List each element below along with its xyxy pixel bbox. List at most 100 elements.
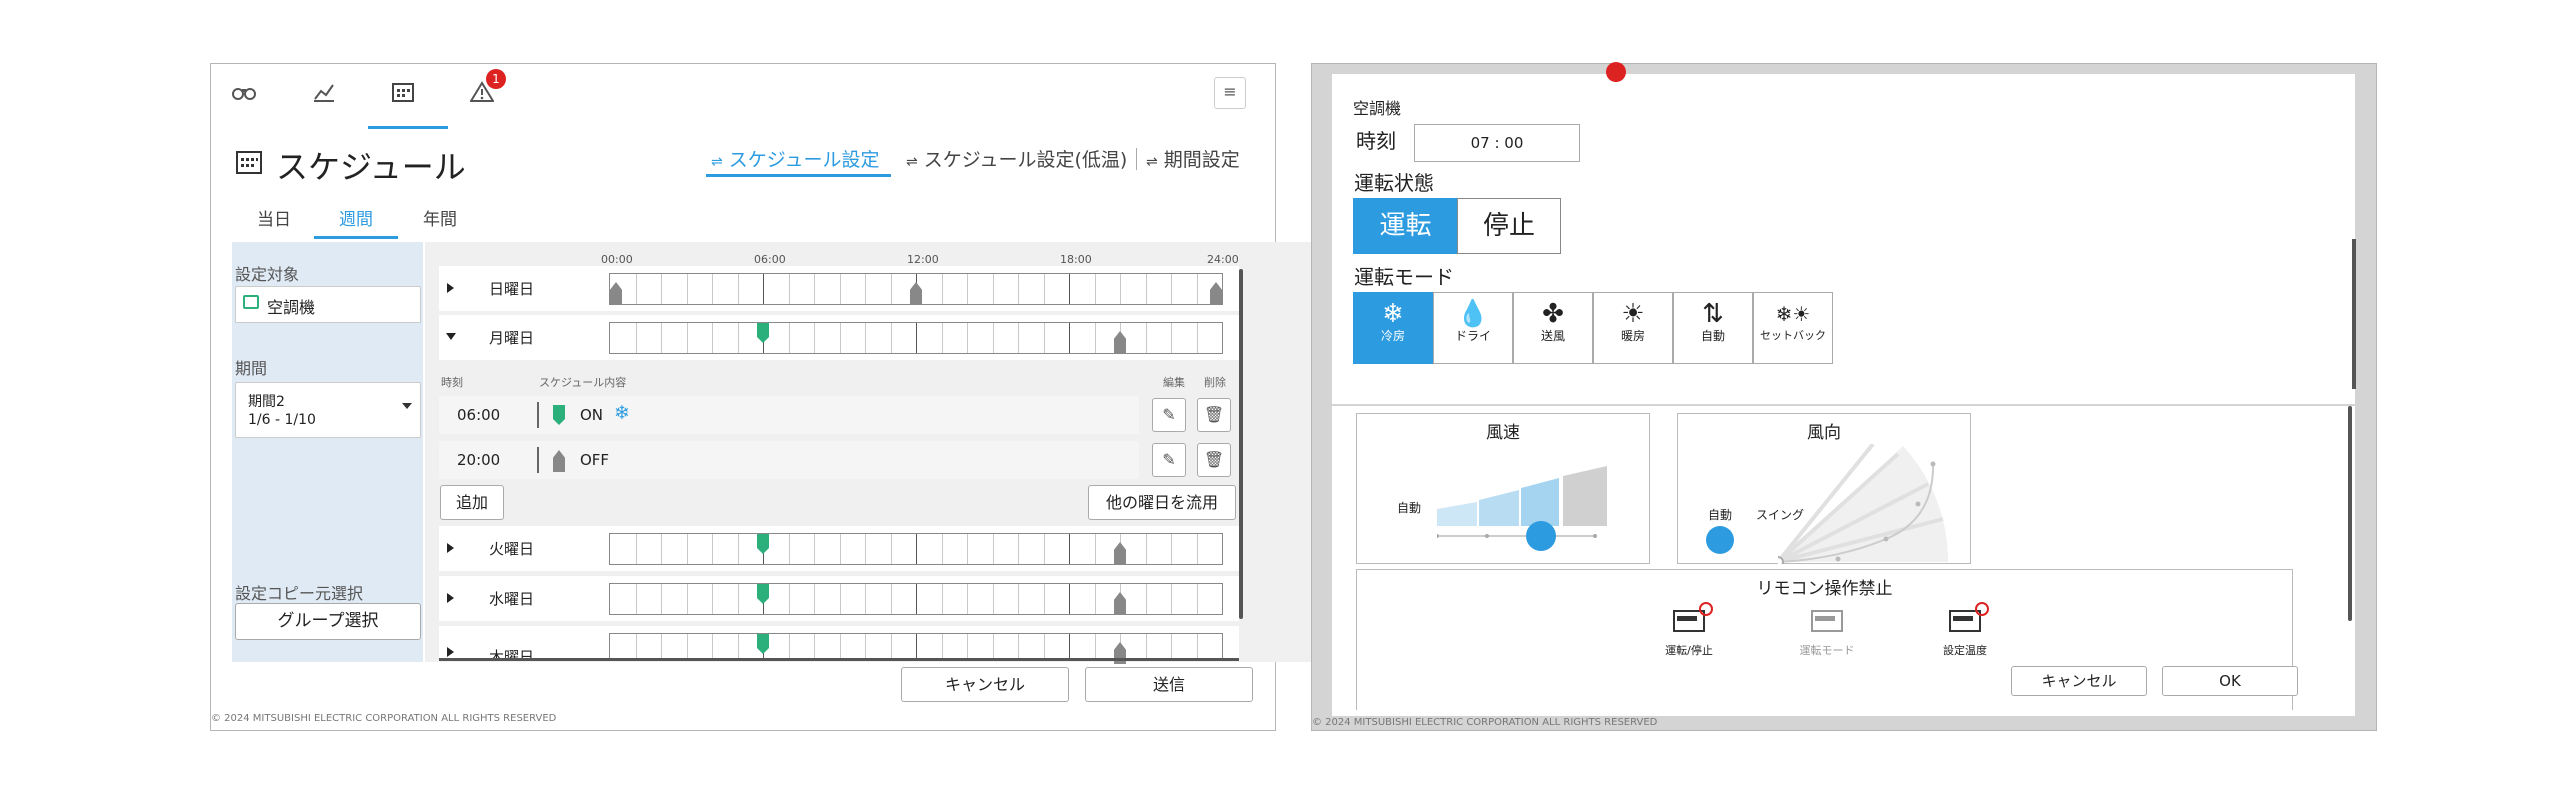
tab-schedule-settings[interactable]: ⇌ スケジュール設定 — [711, 145, 879, 172]
schedule-window: 1 ≡ スケジュール ⇌ スケジュール設定 ⇌ スケジュール設定(低温) ⇌ 期… — [210, 63, 1475, 731]
schedule-entry: 20:00 OFF — [439, 441, 1139, 479]
on-marker-icon[interactable] — [757, 534, 769, 554]
tab-period-settings[interactable]: ⇌ 期間設定 — [1146, 145, 1240, 172]
copy-day-button[interactable]: 他の曜日を流用 — [1088, 485, 1236, 520]
hour-tick — [814, 274, 815, 304]
hour-tick — [788, 323, 790, 353]
off-marker-icon[interactable] — [1210, 282, 1222, 304]
mode-heat-button[interactable]: ☀ 暖房 — [1593, 292, 1673, 364]
hour-tick — [661, 584, 662, 614]
tab-schedule-settings-low-temp[interactable]: ⇌ スケジュール設定(低温) — [906, 145, 1127, 172]
hour-tick — [992, 534, 994, 564]
dialog-cancel-button[interactable]: キャンセル — [2011, 666, 2147, 696]
hour-tick — [865, 274, 866, 304]
hour-tick — [788, 274, 790, 304]
hour-tick — [967, 274, 968, 304]
send-button[interactable]: 送信 — [1085, 667, 1253, 702]
hour-tick — [737, 323, 739, 353]
on-marker-icon[interactable] — [757, 323, 769, 343]
schedule-scrollbar[interactable] — [1239, 269, 1243, 619]
off-marker-icon[interactable] — [1114, 542, 1126, 564]
period-range: 1/6 - 1/10 — [248, 412, 316, 428]
schedule-icon[interactable] — [390, 81, 416, 107]
hour-tick — [967, 534, 968, 564]
expand-icon[interactable] — [447, 543, 454, 553]
tab-divider — [1136, 148, 1137, 170]
mode-auto-button[interactable]: ⇅ 自動 — [1673, 292, 1753, 364]
mode-fan-button[interactable]: ✤ 送風 — [1513, 292, 1593, 364]
fan-speed-slider[interactable] — [1437, 464, 1617, 554]
delete-button[interactable]: 🗑 — [1197, 443, 1231, 477]
day-timeline[interactable] — [609, 322, 1223, 354]
page-title: スケジュール — [276, 148, 466, 186]
off-marker-icon[interactable] — [610, 282, 622, 304]
hour-tick — [712, 274, 713, 304]
expand-icon[interactable] — [447, 283, 454, 293]
day-timeline[interactable] — [609, 633, 1223, 664]
day-label: 月曜日 — [489, 329, 535, 347]
hour-tick — [916, 584, 917, 614]
run-on-button[interactable]: 運転 — [1353, 198, 1458, 254]
mode-cool-button[interactable]: ❄ 冷房 — [1353, 292, 1433, 364]
hour-tick — [788, 584, 790, 614]
hour-tick — [712, 323, 713, 353]
dialog-ok-button[interactable]: OK — [2162, 666, 2298, 696]
run-off-button[interactable]: 停止 — [1457, 198, 1561, 254]
copyright: © 2024 MITSUBISHI ELECTRIC CORPORATION A… — [211, 713, 557, 724]
hour-tick — [967, 584, 968, 614]
subtab-today[interactable]: 当日 — [257, 205, 291, 230]
hour-tick — [1069, 274, 1070, 304]
cancel-button[interactable]: キャンセル — [901, 667, 1069, 702]
hour-tick — [737, 274, 739, 304]
dialog-scrollbar[interactable] — [2348, 406, 2352, 621]
add-button[interactable]: 追加 — [440, 485, 504, 520]
edit-button[interactable]: ✎ — [1152, 443, 1186, 477]
expand-icon[interactable] — [447, 647, 454, 657]
hour-tick — [1145, 584, 1147, 614]
day-timeline[interactable] — [609, 583, 1223, 615]
day-label: 日曜日 — [489, 280, 535, 298]
on-marker-icon[interactable] — [757, 584, 769, 604]
expand-icon[interactable] — [447, 593, 454, 603]
edit-button[interactable]: ✎ — [1152, 398, 1186, 432]
hour-tick — [839, 323, 841, 353]
hour-tick — [661, 634, 662, 658]
time-input[interactable]: 07 : 00 — [1414, 124, 1580, 162]
hour-tick — [839, 534, 841, 564]
prohibit-mode[interactable]: 運転モード — [1797, 610, 1857, 658]
menu-button[interactable]: ≡ — [1214, 77, 1246, 109]
collapse-icon[interactable] — [446, 333, 456, 340]
prohibit-set-temp[interactable]: 設定温度 — [1935, 602, 1995, 658]
mode-label: 運転モード — [1354, 265, 1454, 289]
target-selector[interactable]: 空調機 — [235, 286, 421, 323]
mode-dry-button[interactable]: 💧 ドライ — [1433, 292, 1513, 364]
hour-tick — [890, 634, 892, 658]
copyright: © 2024 MITSUBISHI ELECTRIC CORPORATION A… — [1312, 717, 1658, 728]
hour-tick — [941, 634, 943, 658]
off-marker-icon[interactable] — [1114, 592, 1126, 614]
period-dropdown[interactable]: 期間2 1/6 - 1/10 — [235, 382, 421, 438]
prohibit-run-stop[interactable]: 運転/停止 — [1659, 602, 1719, 658]
hour-tick — [890, 323, 892, 353]
off-marker-icon[interactable] — [1114, 331, 1126, 353]
air-dir-auto-selected[interactable] — [1706, 526, 1734, 554]
hour-tick — [1069, 534, 1070, 564]
hour-tick — [1069, 584, 1070, 614]
subtab-week[interactable]: 週間 — [339, 205, 373, 230]
binoculars-icon[interactable] — [231, 81, 257, 107]
day-timeline[interactable] — [609, 273, 1223, 305]
delete-button[interactable]: 🗑 — [1197, 398, 1231, 432]
off-marker-icon[interactable] — [910, 282, 922, 304]
right-scroll-track — [2352, 239, 2356, 389]
subtab-year[interactable]: 年間 — [423, 205, 457, 230]
on-marker-icon[interactable] — [757, 634, 769, 654]
group-select-button[interactable]: グループ選択 — [235, 603, 421, 640]
day-timeline[interactable] — [609, 533, 1223, 565]
time-axis-label: 18:00 — [1060, 253, 1092, 266]
air-direction-card: 風向 自動 スイング — [1677, 413, 1971, 564]
tab-label: スケジュール設定(低温) — [923, 149, 1128, 171]
hour-tick — [635, 584, 637, 614]
mode-setback-button[interactable]: ❄☀ セットバック — [1753, 292, 1833, 364]
hour-tick — [992, 274, 994, 304]
chart-icon[interactable] — [311, 81, 337, 107]
